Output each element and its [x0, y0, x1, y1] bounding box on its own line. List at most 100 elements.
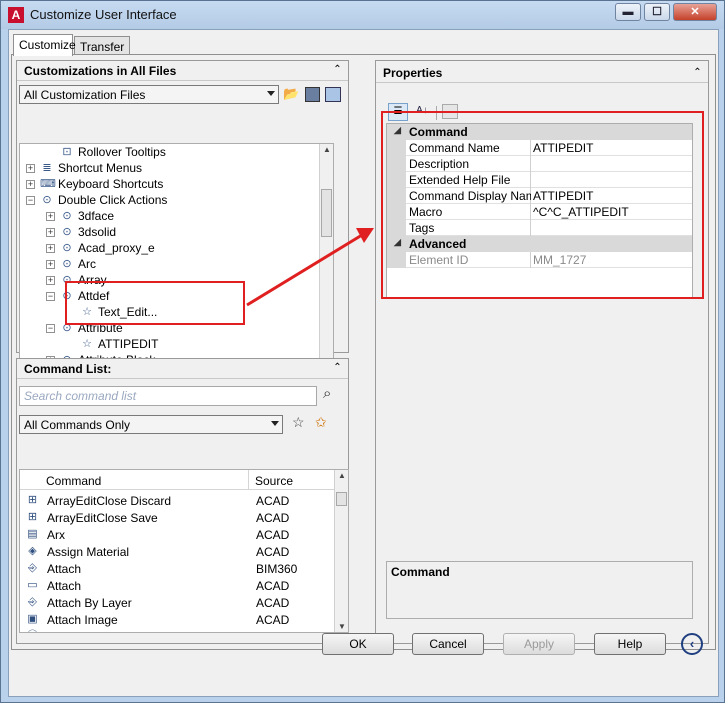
command-icon: ⊞	[27, 511, 38, 523]
save-icon[interactable]	[305, 87, 320, 102]
collapse-tree-icon[interactable]: −	[26, 196, 35, 205]
command-source: ACAD	[256, 528, 290, 542]
expand-icon[interactable]: +	[46, 228, 55, 237]
command-list-scrollbar[interactable]: ▲ ▼	[334, 470, 348, 632]
scroll-thumb[interactable]	[336, 492, 347, 506]
file-select-value: All Customization Files	[24, 88, 146, 102]
highlight-properties-box	[381, 111, 704, 299]
collapse-tree-icon[interactable]: −	[46, 324, 55, 333]
apply-button[interactable]: Apply	[503, 633, 575, 655]
help-button[interactable]: Help	[594, 633, 666, 655]
expand-icon[interactable]: +	[26, 180, 35, 189]
command-icon: ▭	[27, 579, 38, 591]
minimize-button[interactable]: ▬	[615, 3, 641, 21]
command-filter-select[interactable]: All Commands Only	[19, 415, 283, 434]
tree-item-label: Acad_proxy_e	[78, 241, 155, 255]
collapse-icon[interactable]: ⌃	[331, 64, 344, 77]
command-list-row[interactable]: Ⓐ Attach Leader to Annotation EXPRESS	[20, 628, 336, 632]
properties-title: Properties	[376, 61, 708, 83]
mouse-icon: ⊙	[62, 226, 72, 238]
command-name: Attach By Layer	[47, 596, 132, 610]
command-list-row[interactable]: ⊞ ArrayEditClose Discard ACAD	[20, 492, 336, 509]
command-search-input[interactable]: Search command list	[19, 386, 317, 406]
close-button[interactable]: ✕	[673, 3, 717, 21]
tree-item[interactable]: + ⊙ 3dsolid	[20, 224, 320, 240]
customization-file-select[interactable]: All Customization Files	[19, 85, 279, 104]
col-command-header[interactable]: Command	[46, 474, 101, 488]
mouse-icon: ⊙	[62, 258, 72, 270]
load-partial-icon[interactable]	[325, 87, 341, 102]
tree-item[interactable]: + ⊙ 3dface	[20, 208, 320, 224]
highlight-attribute-box	[65, 281, 245, 325]
expand-icon[interactable]: +	[46, 260, 55, 269]
command-icon: ◈	[28, 545, 37, 557]
star-icon: ☆	[82, 338, 92, 350]
command-icon: Ⓐ	[25, 629, 40, 632]
command-list-row[interactable]: ▣ Attach Image ACAD	[20, 611, 336, 628]
open-file-icon[interactable]: 📂	[283, 86, 301, 103]
tree-item-label: Shortcut Menus	[58, 161, 143, 175]
tree-item-label: Double Click Actions	[58, 193, 168, 207]
tree-item[interactable]: + ≣ Shortcut Menus	[20, 160, 320, 176]
cancel-button[interactable]: Cancel	[412, 633, 484, 655]
command-list-row[interactable]: ⎆ Attach By Layer ACAD	[20, 594, 336, 611]
command-source: EXPRESS	[256, 630, 313, 632]
command-icon: ▤	[27, 528, 38, 540]
scroll-up-icon[interactable]: ▲	[323, 145, 331, 154]
command-source: ACAD	[256, 613, 290, 627]
command-source: ACAD	[256, 579, 290, 593]
command-list-row[interactable]: ⎆ Attach BIM360	[20, 560, 336, 577]
ok-button[interactable]: OK	[322, 633, 394, 655]
command-name: Attach	[47, 562, 82, 576]
command-name: Attach Leader to Annotation	[47, 630, 195, 632]
new-command-icon[interactable]: ✩	[315, 414, 327, 431]
tree-item[interactable]: + ⊙ Arc	[20, 256, 320, 272]
maximize-button[interactable]: ☐	[644, 3, 670, 21]
customize-ui-window: A Customize User Interface ▬ ☐ ✕ Customi…	[0, 0, 725, 703]
tree-item[interactable]: ⊡ Rollover Tooltips	[20, 144, 320, 160]
command-list-row[interactable]: ◈ Assign Material ACAD	[20, 543, 336, 560]
tree-scrollbar[interactable]: ▲ ▼	[319, 144, 333, 384]
expand-icon[interactable]: +	[46, 244, 55, 253]
window-title: Customize User Interface	[30, 7, 177, 22]
expand-icon[interactable]: +	[26, 164, 35, 173]
tab-transfer[interactable]: Transfer	[74, 36, 130, 56]
command-source: BIM360	[256, 562, 298, 576]
command-list-row[interactable]: ⊞ ArrayEditClose Save ACAD	[20, 509, 336, 526]
expand-icon[interactable]: +	[46, 212, 55, 221]
shortcut-menu-icon: ≣	[42, 162, 52, 174]
command-source: ACAD	[256, 596, 290, 610]
tree-item[interactable]: + ⊙ Acad_proxy_e	[20, 240, 320, 256]
expand-icon[interactable]: +	[46, 276, 55, 285]
collapse-dialog-icon[interactable]: ‹	[681, 633, 703, 655]
find-command-icon[interactable]: ☆	[292, 414, 305, 431]
double-click-icon: ⊙	[42, 194, 52, 206]
title-bar: A Customize User Interface ▬ ☐ ✕	[1, 1, 724, 29]
tree-item[interactable]: ☆ ATTIPEDIT	[20, 336, 320, 352]
collapse-icon[interactable]: ⌃	[691, 67, 704, 80]
chevron-down-icon	[267, 91, 275, 96]
collapse-icon[interactable]: ⌃	[331, 362, 344, 375]
tree-item-label: Rollover Tooltips	[78, 145, 166, 159]
command-name: ArrayEditClose Save	[47, 511, 158, 525]
col-source-header[interactable]: Source	[255, 474, 293, 488]
tree-item-label: 3dsolid	[78, 225, 117, 239]
collapse-tree-icon[interactable]: −	[46, 292, 55, 301]
keyboard-icon: ⌨	[40, 178, 56, 190]
description-box: Command	[386, 561, 693, 619]
command-list-title: Command List:	[17, 359, 348, 379]
tab-customize[interactable]: Customize	[13, 34, 76, 56]
scroll-thumb[interactable]	[321, 189, 332, 237]
scroll-down-icon[interactable]: ▼	[338, 622, 346, 631]
mouse-icon: ⊙	[62, 242, 72, 254]
search-icon[interactable]: ⌕	[323, 385, 331, 402]
command-list-row[interactable]: ▤ Arx ACAD	[20, 526, 336, 543]
command-list-row[interactable]: ▭ Attach ACAD	[20, 577, 336, 594]
dialog-client: Customize Transfer Customizations in All…	[8, 29, 719, 697]
tree-item[interactable]: + ⌨ Keyboard Shortcuts	[20, 176, 320, 192]
filter-select-value: All Commands Only	[24, 418, 131, 432]
scroll-up-icon[interactable]: ▲	[338, 471, 346, 480]
tree-item[interactable]: − ⊙ Double Click Actions	[20, 192, 320, 208]
tree-item-label: Keyboard Shortcuts	[58, 177, 164, 191]
command-source: ACAD	[256, 511, 290, 525]
